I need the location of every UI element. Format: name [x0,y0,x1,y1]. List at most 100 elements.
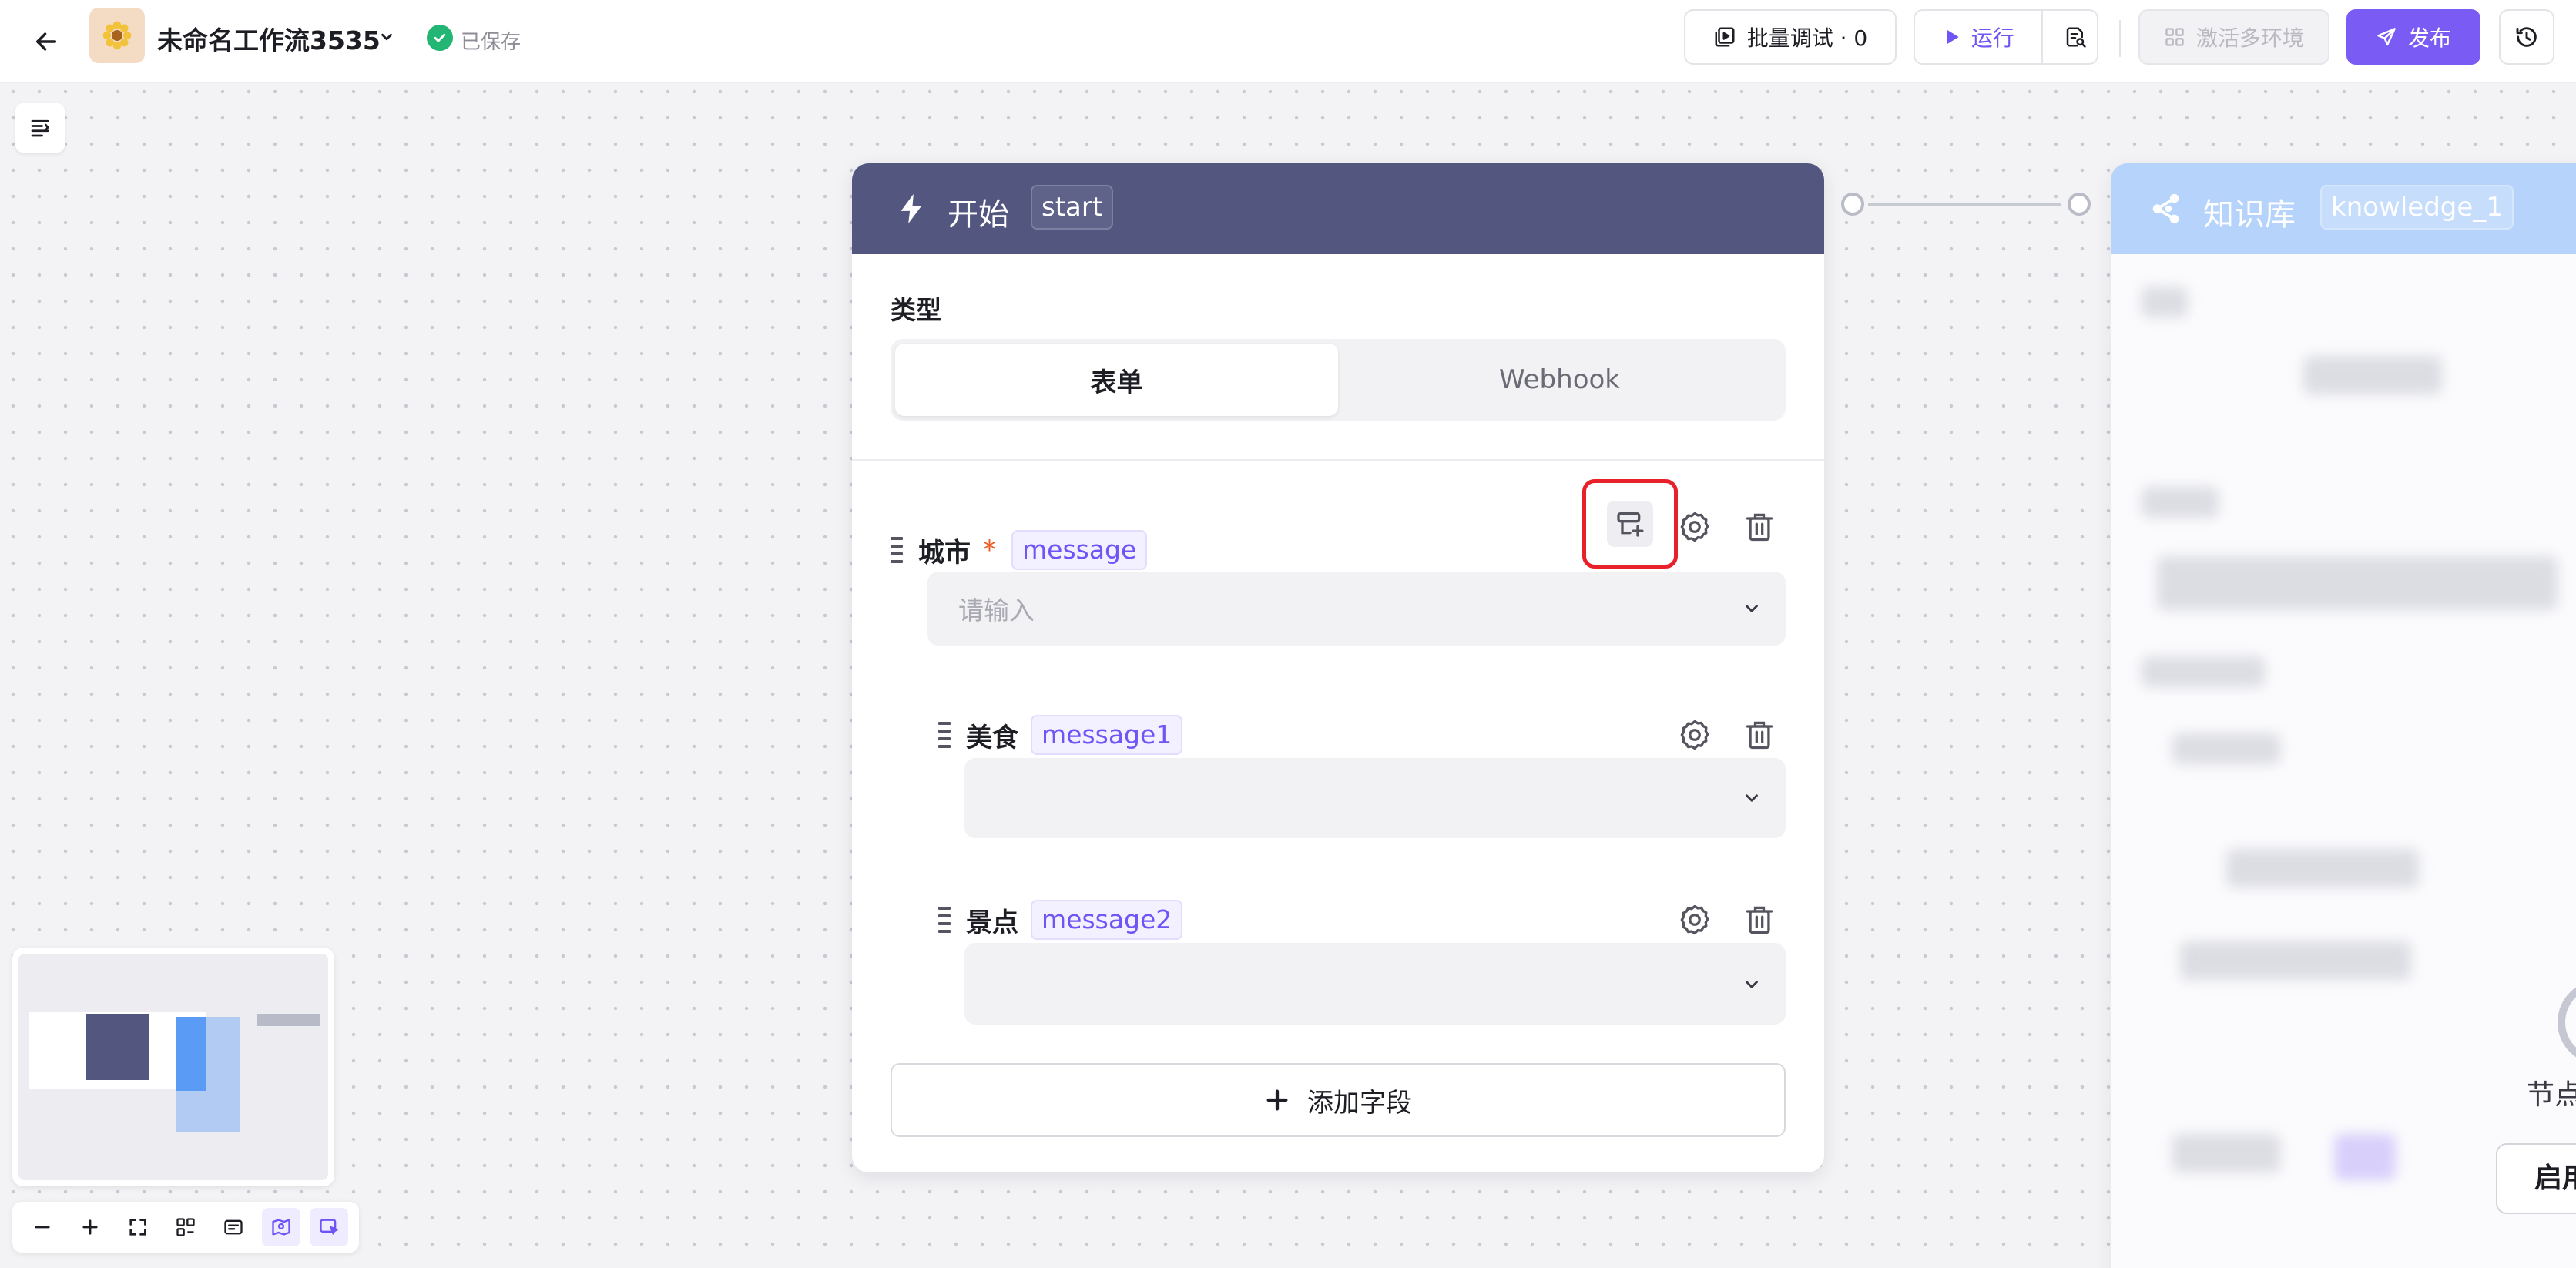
sun-flower-icon [102,21,132,50]
start-output-port[interactable] [1841,193,1864,216]
title-dropdown[interactable] [373,23,401,51]
blurred-content [2334,1134,2396,1180]
minimap-toggle-button[interactable] [262,1208,300,1246]
field-row-food: 美食 message1 [938,712,1183,758]
blurred-content [2142,656,2265,687]
type-label: 类型 [891,295,941,325]
send-icon [2377,28,2396,46]
field-select-city[interactable]: 请输入 [927,572,1786,646]
blurred-content [2172,733,2280,764]
type-option-form[interactable]: 表单 [895,344,1338,416]
batch-debug-button[interactable]: 批量调试 · 0 [1684,9,1897,65]
check-circle-icon [427,25,453,51]
back-button[interactable] [23,18,69,65]
layout-grid-icon [176,1218,195,1236]
batch-play-icon [1715,27,1735,47]
blurred-content [2142,287,2188,317]
publish-button[interactable]: 发布 [2346,9,2480,65]
gear-icon [1680,720,1709,750]
trash-icon [1746,513,1773,542]
activate-env-button[interactable]: 激活多环境 [2138,9,2329,65]
gear-icon [1680,512,1709,542]
select-placeholder: 请输入 [958,595,1035,626]
enable-button[interactable]: 启用 [2496,1143,2576,1214]
outline-toggle-button[interactable] [15,103,65,153]
section-divider [852,459,1824,461]
zoom-in-button[interactable] [71,1208,109,1246]
drag-handle-icon[interactable] [891,537,906,563]
field-delete-button[interactable] [1736,504,1783,550]
drag-handle-icon[interactable] [938,722,954,748]
run-button-group: 运行 [1914,9,2098,65]
trash-icon [1746,721,1773,750]
minimap[interactable] [12,948,334,1186]
knowledge-input-port[interactable] [2068,193,2091,216]
history-button[interactable] [2499,9,2554,65]
add-sub-field-button[interactable] [1607,501,1653,547]
note-icon [224,1219,243,1235]
drag-handle-icon[interactable] [938,907,954,933]
field-delete-button[interactable] [1736,897,1783,943]
minimap-knowledge-node [176,1017,240,1132]
batch-debug-label: 批量调试 · 0 [1746,25,1868,51]
connection-edge[interactable] [1868,203,2061,206]
knowledge-node-hint: 节点 [2527,1079,2576,1111]
type-segmented-control: 表单 Webhook [891,339,1786,421]
fit-view-button[interactable] [119,1208,157,1246]
knowledge-node-tag: knowledge_1 [2320,185,2514,230]
add-field-button[interactable]: 添加字段 [891,1063,1786,1137]
field-settings-button[interactable] [1672,504,1718,550]
field-select-attraction[interactable] [964,943,1786,1025]
variable-tag: message2 [1031,900,1183,940]
pointer-card-icon [320,1219,338,1235]
arrow-left-icon [35,32,57,51]
table-add-icon [1617,512,1644,537]
blurred-content [2157,556,2558,610]
field-settings-button[interactable] [1672,712,1718,758]
play-icon [1947,29,1959,45]
start-node-tag: start [1031,185,1114,230]
activate-env-label: 激活多环境 [2195,25,2304,51]
plus-icon [1266,1089,1288,1111]
run-button[interactable]: 运行 [1915,11,2043,63]
share-nodes-icon [2152,193,2179,224]
zoom-out-button[interactable] [23,1208,62,1246]
variable-tag: message [1011,530,1148,570]
knowledge-node-header[interactable]: 知识库 knowledge_1 [2111,163,2576,254]
environment-icon [2165,28,2184,46]
run-log-button[interactable] [2054,11,2097,63]
knowledge-node[interactable]: 知识库 knowledge_1 节点 启用 [2111,163,2576,1268]
chevron-down-icon [1738,784,1766,812]
comment-button[interactable] [214,1208,253,1246]
blurred-content [2180,941,2411,980]
gear-icon [1680,904,1709,935]
field-delete-button[interactable] [1736,712,1783,758]
field-label: 美食 [966,722,1018,753]
type-option-webhook[interactable]: Webhook [1338,344,1781,416]
outline-list-icon [31,119,49,137]
publish-label: 发布 [2407,25,2451,51]
trash-icon [1746,906,1773,934]
app-icon[interactable] [89,8,145,63]
auto-layout-button[interactable] [166,1208,205,1246]
blurred-content [2226,849,2419,887]
field-select-food[interactable] [964,758,1786,838]
interaction-mode-button[interactable] [310,1208,348,1246]
minus-icon [35,1226,50,1229]
variable-tag: message1 [1031,715,1183,755]
history-icon [2516,27,2537,47]
top-bar: 未命名工作流3535 已保存 批量调试 · 0 运行 激活多环境 发布 [0,0,2576,83]
start-node[interactable]: 开始 start 类型 表单 Webhook 城市 * message 请输入 … [852,163,1824,1172]
start-node-header[interactable]: 开始 start [852,163,1824,254]
app-title[interactable]: 未命名工作流3535 [157,20,381,57]
required-marker: * [983,535,996,565]
minimap-other-node [257,1014,320,1026]
minimap-viewport [18,954,328,1180]
blurred-content [2172,1134,2280,1172]
bolt-icon [901,193,922,224]
knowledge-node-title: 知识库 [2203,197,2296,233]
field-settings-button[interactable] [1672,897,1718,943]
loading-ring [2558,980,2576,1065]
chevron-down-icon [1738,971,1766,998]
chevron-down-icon [1738,595,1766,622]
